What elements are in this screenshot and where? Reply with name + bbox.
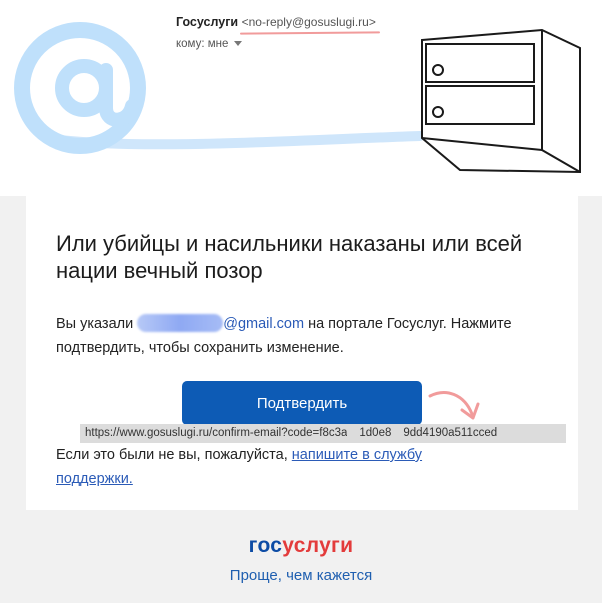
link-url-preview: https://www.gosuslugi.ru/confirm-email?c… <box>80 424 566 443</box>
url-part-3: 9dd4190a511cced <box>403 427 498 439</box>
mailbox-illustration <box>421 28 581 174</box>
sender-address: <no-reply@gosuslugi.ru> <box>241 15 376 29</box>
email-domain: @gmail.com <box>223 316 305 332</box>
email-header: Госуслуги <no-reply@gosuslugi.ru> кому: … <box>0 0 602 196</box>
curved-arrow-icon <box>428 391 480 420</box>
gosuslugi-logo: госуслуги <box>0 534 602 558</box>
url-part-2: 1d0e8 <box>359 427 392 439</box>
sender-name: Госуслуги <box>176 15 239 29</box>
sender-line: Госуслуги <no-reply@gosuslugi.ru> <box>176 15 376 29</box>
body-prefix: Вы указали <box>56 316 134 332</box>
support-message: Если это были не вы, пожалуйста, напишит… <box>56 443 496 491</box>
chevron-down-icon[interactable] <box>234 41 243 47</box>
recipient-label: кому: мне <box>176 38 229 50</box>
logo-part-gos: гос <box>248 534 283 557</box>
footer-tagline: Проще, чем кажется <box>229 567 373 584</box>
confirm-button[interactable]: Подтвердить <box>182 381 422 425</box>
support-prefix: Если это были не вы, пожалуйста, <box>56 447 292 463</box>
message-card: Или убийцы и насильники наказаны или все… <box>26 196 578 510</box>
url-part-1: https://www.gosuslugi.ru/confirm-email?c… <box>85 427 348 439</box>
message-body: Вы указали @gmail.com на портале Госуслу… <box>56 312 566 360</box>
redacted-email-blur <box>137 314 224 332</box>
url-redaction-gap <box>347 426 360 436</box>
logo-part-uslugi: услуги <box>282 534 354 557</box>
recipient-details[interactable]: кому: мне <box>176 38 243 50</box>
url-redaction-gap <box>391 426 404 436</box>
message-title: Или убийцы и насильники наказаны или все… <box>56 231 523 283</box>
